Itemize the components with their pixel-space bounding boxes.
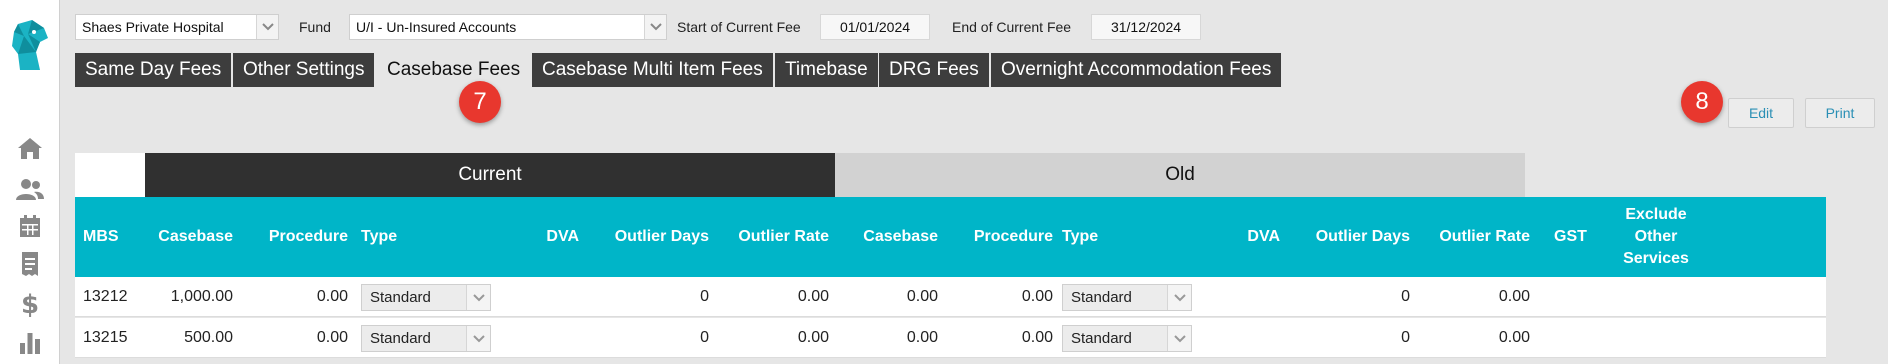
column-header-old-outlier-days: Outlier Days [1315,228,1410,245]
receipt-icon[interactable] [14,250,46,278]
type-select[interactable]: Standard [361,284,491,311]
group-header-spacer [75,153,145,197]
chevron-down-icon [256,15,278,39]
column-header-procedure: Procedure [268,228,348,245]
column-header-gst: GST [1554,228,1587,245]
tab-same-day-fees[interactable]: Same Day Fees [75,53,232,87]
procedure-cell: 0.00 [316,288,348,305]
group-header-old: Old [835,153,1525,197]
type-select[interactable]: Standard [361,325,491,352]
old-procedure-cell: 0.00 [1021,329,1053,346]
users-icon[interactable] [14,175,46,203]
tab-casebase-multi-item-fees[interactable]: Casebase Multi Item Fees [532,53,773,87]
old-outlier-days-cell: 0 [1401,288,1410,305]
column-header-type: Type [361,228,398,245]
old-outlier-rate-cell: 0.00 [1498,329,1530,346]
column-header-old-procedure: Procedure [973,228,1053,245]
column-header-old-casebase: Casebase [863,228,938,245]
column-header-exclude-other-services: Exclude Other Services [1623,206,1689,267]
svg-text:$: $ [21,290,39,318]
old-procedure-cell: 0.00 [1021,288,1053,305]
outlier-rate-cell: 0.00 [797,329,829,346]
column-header-mbs: MBS [83,228,119,245]
end-date-field[interactable]: 31/12/2024 [1091,14,1201,40]
outlier-days-cell: 0 [700,288,709,305]
table-header: MBS Casebase Procedure Type DVA Outlier … [75,197,1826,277]
column-header-old-dva: DVA [1247,228,1280,245]
chevron-down-icon [1167,285,1191,310]
chevron-down-icon [466,285,490,310]
chevron-down-icon [644,15,666,39]
fund-select-value: U/I - Un-Insured Accounts [356,19,517,35]
tab-casebase-fees[interactable]: Casebase Fees [377,53,530,87]
tab-drg-fees[interactable]: DRG Fees [879,53,989,87]
old-casebase-cell: 0.00 [906,288,938,305]
chevron-down-icon [466,326,490,351]
table-row: 13212 1,000.00 0.00 Standard 0 0.00 0.00… [75,277,1826,317]
column-header-casebase: Casebase [158,228,233,245]
print-button[interactable]: Print [1805,98,1875,128]
step-badge: 7 [459,81,501,123]
table-row: 13215 500.00 0.00 Standard 0 0.00 0.00 0… [75,318,1826,358]
type-select-value: Standard [370,289,431,306]
bar-chart-icon[interactable] [14,328,46,356]
chevron-down-icon [1167,326,1191,351]
old-type-select-value: Standard [1071,330,1132,347]
fund-label: Fund [299,19,331,35]
casebase-cell: 1,000.00 [170,288,233,305]
home-icon[interactable] [14,134,46,162]
type-select-value: Standard [370,330,431,347]
edit-button[interactable]: Edit [1728,98,1794,128]
procedure-cell: 0.00 [316,329,348,346]
tab-other-settings[interactable]: Other Settings [233,53,375,87]
outlier-rate-cell: 0.00 [797,288,829,305]
end-of-current-fee-label: End of Current Fee [952,19,1072,35]
old-casebase-cell: 0.00 [906,329,938,346]
sidebar: $ [0,0,60,364]
step-badge: 8 [1681,81,1723,123]
dog-logo-icon[interactable] [10,18,50,74]
start-date-field[interactable]: 01/01/2024 [820,14,930,40]
column-header-old-outlier-rate: Outlier Rate [1439,228,1530,245]
old-outlier-days-cell: 0 [1401,329,1410,346]
mbs-cell: 13215 [83,329,128,346]
casebase-cell: 500.00 [184,329,233,346]
group-header-current: Current [145,153,835,197]
column-header-dva: DVA [546,228,579,245]
old-type-select-value: Standard [1071,289,1132,306]
old-outlier-rate-cell: 0.00 [1498,288,1530,305]
old-type-select[interactable]: Standard [1062,284,1192,311]
calendar-icon[interactable] [14,212,46,240]
column-header-old-type: Type [1062,228,1099,245]
hospital-select-value: Shaes Private Hospital [82,19,224,35]
hospital-select[interactable]: Shaes Private Hospital [75,14,279,40]
column-header-outlier-rate: Outlier Rate [738,228,829,245]
tab-overnight-accommodation-fees[interactable]: Overnight Accommodation Fees [991,53,1282,87]
outlier-days-cell: 0 [700,329,709,346]
tab-timebase[interactable]: Timebase [775,53,878,87]
fund-select[interactable]: U/I - Un-Insured Accounts [349,14,667,40]
start-of-current-fee-label: Start of Current Fee [677,19,801,35]
column-header-outlier-days: Outlier Days [614,228,709,245]
mbs-cell: 13212 [83,288,128,305]
dollar-icon[interactable]: $ [14,290,46,318]
old-type-select[interactable]: Standard [1062,325,1192,352]
